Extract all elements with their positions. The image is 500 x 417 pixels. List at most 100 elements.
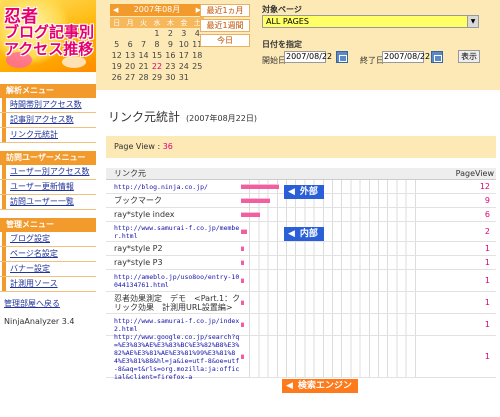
table-row: 忍者効果測定 デモ <Part.1：クリック効果 計測用URL設置編> 1 bbox=[106, 292, 496, 314]
calendar-day[interactable]: 19 bbox=[110, 61, 123, 72]
calendar-day bbox=[110, 28, 123, 39]
pageview-bar bbox=[241, 198, 270, 203]
calendar-day[interactable]: 24 bbox=[177, 61, 190, 72]
calendar-day[interactable]: 2 bbox=[164, 28, 177, 39]
pageview-bar bbox=[241, 184, 279, 189]
menu-item-tracking-source[interactable]: 計測用ソース bbox=[0, 277, 96, 292]
menu-item-user-updates[interactable]: ユーザー更新情報 bbox=[0, 180, 96, 195]
admin-menu-title: 管理メニュー bbox=[0, 218, 96, 232]
menu-item-visitor-list[interactable]: 訪問ユーザー一覧 bbox=[0, 195, 96, 210]
target-page-select[interactable]: ALL PAGES ▼ bbox=[262, 15, 479, 28]
last-week-button[interactable]: 最近1週間 bbox=[200, 19, 250, 32]
pageview-count: 2 bbox=[484, 227, 490, 236]
pageview-count: 6 bbox=[484, 210, 490, 219]
callout-internal: ◀ 内部 bbox=[284, 227, 324, 241]
table-row: ray*style index 6 bbox=[106, 208, 496, 222]
menu-item-article-access[interactable]: 記事別アクセス数 bbox=[0, 113, 96, 128]
calendar-day[interactable]: 25 bbox=[191, 61, 204, 72]
menu-item-banner-settings[interactable]: バナー設定 bbox=[0, 262, 96, 277]
show-button[interactable]: 表示 bbox=[458, 50, 480, 63]
calendar-day[interactable]: 22 bbox=[150, 61, 163, 72]
chevron-down-icon[interactable]: ▼ bbox=[467, 16, 478, 27]
weekday-header: 日 bbox=[110, 17, 124, 28]
header-panel: ◀ 2007年08月 ▶ 日月火水木金土 1 2 3 4 5 6 7 8 9 10 11 12 13 14… bbox=[96, 0, 500, 90]
pageview-graph bbox=[241, 336, 416, 377]
calendar-day[interactable]: 17 bbox=[177, 50, 190, 61]
referrer-link[interactable]: http://www.samurai-f.co.jp/index2.html bbox=[106, 317, 241, 333]
calendar-day[interactable]: 16 bbox=[164, 50, 177, 61]
menu-item-user-access[interactable]: ユーザー別アクセス数 bbox=[0, 165, 96, 180]
referrer-link[interactable]: http://blog.ninja.co.jp/ bbox=[106, 183, 241, 191]
pageview-graph bbox=[241, 292, 416, 313]
menu-item-page-names[interactable]: ページ名設定 bbox=[0, 247, 96, 262]
pageview-count: 1 bbox=[484, 352, 490, 361]
visitor-menu-title: 訪問ユーザーメニュー bbox=[0, 151, 96, 165]
referrer-name: ray*style index bbox=[114, 210, 175, 219]
pageview-count: 1 bbox=[484, 320, 490, 329]
pageview-bar bbox=[241, 212, 260, 217]
calendar-day[interactable]: 27 bbox=[123, 72, 136, 83]
calendar-day[interactable]: 28 bbox=[137, 72, 150, 83]
pageview-bar bbox=[241, 354, 244, 359]
pageview-graph bbox=[241, 222, 416, 241]
calendar-day[interactable]: 26 bbox=[110, 72, 123, 83]
referrer-name: ray*style P2 bbox=[114, 244, 163, 253]
calendar-day[interactable]: 7 bbox=[137, 39, 150, 50]
menu-item-blog-settings[interactable]: ブログ設定 bbox=[0, 232, 96, 247]
end-date-input[interactable]: 2007/08/22 bbox=[382, 51, 430, 63]
calendar-day[interactable]: 18 bbox=[191, 50, 204, 61]
analysis-menu-title: 解析メニュー bbox=[0, 84, 96, 98]
arrow-left-icon: ◀ bbox=[288, 187, 295, 197]
calendar-day[interactable]: 15 bbox=[150, 50, 163, 61]
calendar-day[interactable]: 31 bbox=[177, 72, 190, 83]
menu-item-hourly-access[interactable]: 時間帯別アクセス数 bbox=[0, 98, 96, 113]
menu-item-referrer-stats[interactable]: リンク元統計 bbox=[0, 128, 96, 143]
end-calendar-icon[interactable] bbox=[431, 51, 443, 63]
calendar-day[interactable]: 23 bbox=[164, 61, 177, 72]
pageview-bar bbox=[241, 260, 244, 265]
pageview-graph bbox=[241, 242, 416, 255]
referrer-link[interactable]: http://www.samurai-f.co.jp/member.html bbox=[106, 224, 241, 240]
back-to-admin-link[interactable]: 管理部屋へ戻る bbox=[4, 298, 92, 309]
calendar-day[interactable]: 8 bbox=[150, 39, 163, 50]
page-title: リンク元統計 (2007年08月22日) bbox=[108, 108, 257, 125]
referrer-link[interactable]: http://www.google.co.jp/search?q=%E3%83%… bbox=[106, 333, 241, 381]
app-logo[interactable]: 忍者 ブログ記事別 アクセス推移 bbox=[0, 0, 96, 72]
target-page-value: ALL PAGES bbox=[266, 17, 309, 26]
start-date-input[interactable]: 2007/08/22 bbox=[284, 51, 332, 63]
calendar-title: ◀ 2007年08月 ▶ bbox=[110, 4, 204, 16]
start-calendar-icon[interactable] bbox=[336, 51, 348, 63]
page-title-text: リンク元統計 bbox=[108, 110, 181, 124]
referrer-name: ブックマーク bbox=[114, 196, 162, 205]
calendar-day[interactable]: 3 bbox=[177, 28, 190, 39]
calendar-day[interactable]: 6 bbox=[123, 39, 136, 50]
start-date-label: 開始日 bbox=[262, 56, 286, 65]
calendar-day[interactable]: 5 bbox=[110, 39, 123, 50]
last-month-button[interactable]: 最近1ヵ月 bbox=[200, 4, 250, 17]
pageview-graph bbox=[241, 314, 416, 335]
date-range-label: 日付を指定 bbox=[262, 40, 302, 49]
referrer-link[interactable]: http://ameblo.jp/uso8oo/entry-1004413476… bbox=[106, 273, 241, 289]
calendar-day[interactable]: 20 bbox=[123, 61, 136, 72]
prev-month-icon[interactable]: ◀ bbox=[113, 4, 118, 16]
referrer-name: ray*style P3 bbox=[114, 258, 163, 267]
referrer-table: リンク元 PageView http://blog.ninja.co.jp/12… bbox=[106, 168, 496, 381]
calendar-day[interactable]: 13 bbox=[123, 50, 136, 61]
calendar-day[interactable]: 12 bbox=[110, 50, 123, 61]
table-row: http://ameblo.jp/uso8oo/entry-1004413476… bbox=[106, 270, 496, 292]
today-button[interactable]: 今日 bbox=[200, 34, 250, 47]
calendar-day[interactable]: 29 bbox=[150, 72, 163, 83]
pageview-bar bbox=[241, 322, 244, 327]
calendar-day[interactable]: 10 bbox=[177, 39, 190, 50]
calendar-day[interactable]: 14 bbox=[137, 50, 150, 61]
pageview-count: 1 bbox=[484, 244, 490, 253]
pageview-count: 1 bbox=[484, 258, 490, 267]
calendar-day[interactable]: 1 bbox=[150, 28, 163, 39]
callout-search-engine: ◀ 検索エンジン bbox=[282, 379, 358, 393]
calendar-day[interactable]: 9 bbox=[164, 39, 177, 50]
calendar-day[interactable]: 21 bbox=[137, 61, 150, 72]
calendar-day bbox=[123, 28, 136, 39]
calendar-day[interactable]: 30 bbox=[164, 72, 177, 83]
pageview-label: Page View : bbox=[114, 142, 161, 151]
sidebar: 忍者 ブログ記事別 アクセス推移 解析メニュー 時間帯別アクセス数 記事別アクセ… bbox=[0, 0, 96, 417]
